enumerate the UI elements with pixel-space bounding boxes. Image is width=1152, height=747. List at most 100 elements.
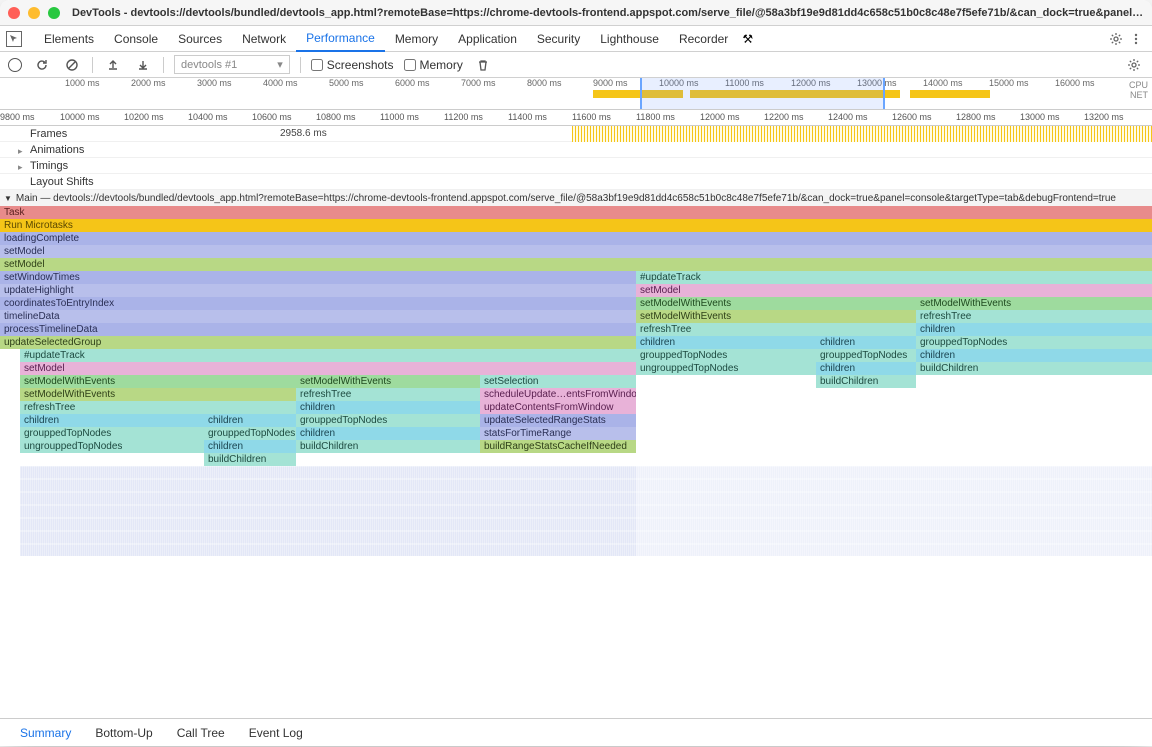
flame-block[interactable]: loadingComplete: [0, 232, 1152, 245]
flame-block[interactable]: setModel: [20, 362, 636, 375]
flame-block[interactable]: coordinatesToEntryIndex: [0, 297, 636, 310]
overview-selection[interactable]: [640, 78, 885, 109]
chevron-down-icon[interactable]: ▼: [4, 194, 12, 203]
flame-block[interactable]: setModelWithEvents: [636, 297, 916, 310]
gear-icon[interactable]: [1124, 55, 1144, 75]
flame-block[interactable]: children: [20, 414, 204, 427]
flame-block[interactable]: updateSelectedGroup: [0, 336, 636, 349]
flame-block[interactable]: children: [204, 440, 296, 453]
flame-block[interactable]: children: [296, 401, 480, 414]
flame-block[interactable]: setModelWithEvents: [636, 310, 916, 323]
minimize-button[interactable]: [28, 7, 40, 19]
flame-block[interactable]: children: [636, 336, 816, 349]
tab-memory[interactable]: Memory: [385, 26, 448, 52]
record-button[interactable]: [8, 58, 22, 72]
flame-block[interactable]: buildChildren: [816, 375, 916, 388]
memory-checkbox[interactable]: Memory: [404, 58, 463, 72]
tab-bottom-up[interactable]: Bottom-Up: [83, 719, 164, 747]
main-thread-header[interactable]: ▼ Main — devtools://devtools/bundled/dev…: [0, 190, 1152, 206]
flame-block[interactable]: grouppedTopNodes: [636, 349, 816, 362]
chevron-right-icon[interactable]: ▸: [18, 146, 23, 157]
flame-block[interactable]: #updateTrack: [636, 271, 1152, 284]
tab-summary[interactable]: Summary: [8, 719, 83, 747]
tab-recorder[interactable]: Recorder: [669, 26, 738, 52]
upload-button[interactable]: [103, 55, 123, 75]
flame-block[interactable]: refreshTree: [916, 310, 1152, 323]
flame-block[interactable]: grouppedTopNodes: [816, 349, 916, 362]
tab-lighthouse[interactable]: Lighthouse: [590, 26, 669, 52]
window-title: DevTools - devtools://devtools/bundled/d…: [72, 7, 1144, 19]
flame-block[interactable]: setModelWithEvents: [296, 375, 480, 388]
flame-block[interactable]: setModel: [0, 245, 1152, 258]
flame-microtasks[interactable]: Run Microtasks: [0, 219, 1152, 232]
download-button[interactable]: [133, 55, 153, 75]
tab-network[interactable]: Network: [232, 26, 296, 52]
close-button[interactable]: [8, 7, 20, 19]
track-timings[interactable]: ▸Timings: [0, 158, 1152, 174]
flame-block[interactable]: ungrouppedTopNodes: [636, 362, 816, 375]
flame-block[interactable]: children: [916, 323, 1152, 336]
tab-call-tree[interactable]: Call Tree: [165, 719, 237, 747]
flame-block[interactable]: refreshTree: [636, 323, 916, 336]
details-tabs: Summary Bottom-Up Call Tree Event Log: [0, 718, 1152, 746]
flame-block[interactable]: buildChildren: [296, 440, 480, 453]
flame-block[interactable]: #updateTrack: [20, 349, 636, 362]
tab-console[interactable]: Console: [104, 26, 168, 52]
window-controls: [8, 7, 60, 19]
flame-block[interactable]: updateContentsFromWindow: [480, 401, 636, 414]
flame-block[interactable]: updateSelectedRangeStats: [480, 414, 636, 427]
flame-block[interactable]: setModelWithEvents: [916, 297, 1152, 310]
clear-button[interactable]: [62, 55, 82, 75]
more-icon[interactable]: [1126, 29, 1146, 49]
settings-icon[interactable]: [1106, 29, 1126, 49]
flame-block[interactable]: processTimelineData: [0, 323, 636, 336]
tab-sources[interactable]: Sources: [168, 26, 232, 52]
track-frames[interactable]: Frames 2958.6 ms: [0, 126, 1152, 142]
flame-block[interactable]: setModelWithEvents: [20, 375, 296, 388]
flame-block[interactable]: setModel: [0, 258, 1152, 271]
flame-block[interactable]: buildChildren: [204, 453, 296, 466]
flame-block[interactable]: buildChildren: [916, 362, 1152, 375]
track-animations[interactable]: ▸Animations: [0, 142, 1152, 158]
window-titlebar: DevTools - devtools://devtools/bundled/d…: [0, 0, 1152, 26]
flame-block[interactable]: setModel: [636, 284, 1152, 297]
screenshots-checkbox[interactable]: Screenshots: [311, 58, 394, 72]
flame-task[interactable]: Task: [0, 206, 1152, 219]
overview-timeline[interactable]: 1000 ms 2000 ms 3000 ms 4000 ms 5000 ms …: [0, 78, 1152, 110]
flame-block[interactable]: setSelection: [480, 375, 636, 388]
tab-elements[interactable]: Elements: [34, 26, 104, 52]
flame-block[interactable]: grouppedTopNodes: [20, 427, 204, 440]
flame-block[interactable]: children: [916, 349, 1152, 362]
chevron-right-icon[interactable]: ▸: [18, 162, 23, 173]
flame-block[interactable]: setModelWithEvents: [20, 388, 296, 401]
flame-block[interactable]: children: [296, 427, 480, 440]
flame-block[interactable]: children: [816, 336, 916, 349]
trash-button[interactable]: [473, 55, 493, 75]
flame-block[interactable]: ungrouppedTopNodes: [20, 440, 204, 453]
flame-block[interactable]: grouppedTopNodes: [916, 336, 1152, 349]
inspect-icon[interactable]: [6, 31, 22, 47]
flame-block[interactable]: buildRangeStatsCacheIfNeeded: [480, 440, 636, 453]
flame-block[interactable]: refreshTree: [296, 388, 480, 401]
flame-block[interactable]: scheduleUpdate…entsFromWindow: [480, 388, 636, 401]
track-layout-shifts[interactable]: Layout Shifts: [0, 174, 1152, 190]
flame-block[interactable]: timelineData: [0, 310, 636, 323]
frame-duration: 2958.6 ms: [280, 128, 327, 139]
tab-performance[interactable]: Performance: [296, 26, 385, 52]
recording-selector[interactable]: devtools #1▾: [174, 55, 290, 74]
flame-block[interactable]: grouppedTopNodes: [204, 427, 296, 440]
reload-record-button[interactable]: [32, 55, 52, 75]
flame-block[interactable]: statsForTimeRange: [480, 427, 636, 440]
flame-block[interactable]: grouppedTopNodes: [296, 414, 480, 427]
tab-security[interactable]: Security: [527, 26, 590, 52]
flame-block[interactable]: children: [204, 414, 296, 427]
flame-block[interactable]: refreshTree: [20, 401, 296, 414]
flame-block[interactable]: setWindowTimes: [0, 271, 636, 284]
flame-chart[interactable]: Task Run Microtasks loadingComplete setM…: [0, 206, 1152, 556]
tab-event-log[interactable]: Event Log: [237, 719, 315, 747]
zoom-button[interactable]: [48, 7, 60, 19]
flame-block[interactable]: children: [816, 362, 916, 375]
timeline-ruler[interactable]: 9800 ms 10000 ms 10200 ms 10400 ms 10600…: [0, 110, 1152, 126]
tab-application[interactable]: Application: [448, 26, 527, 52]
flame-block[interactable]: updateHighlight: [0, 284, 636, 297]
